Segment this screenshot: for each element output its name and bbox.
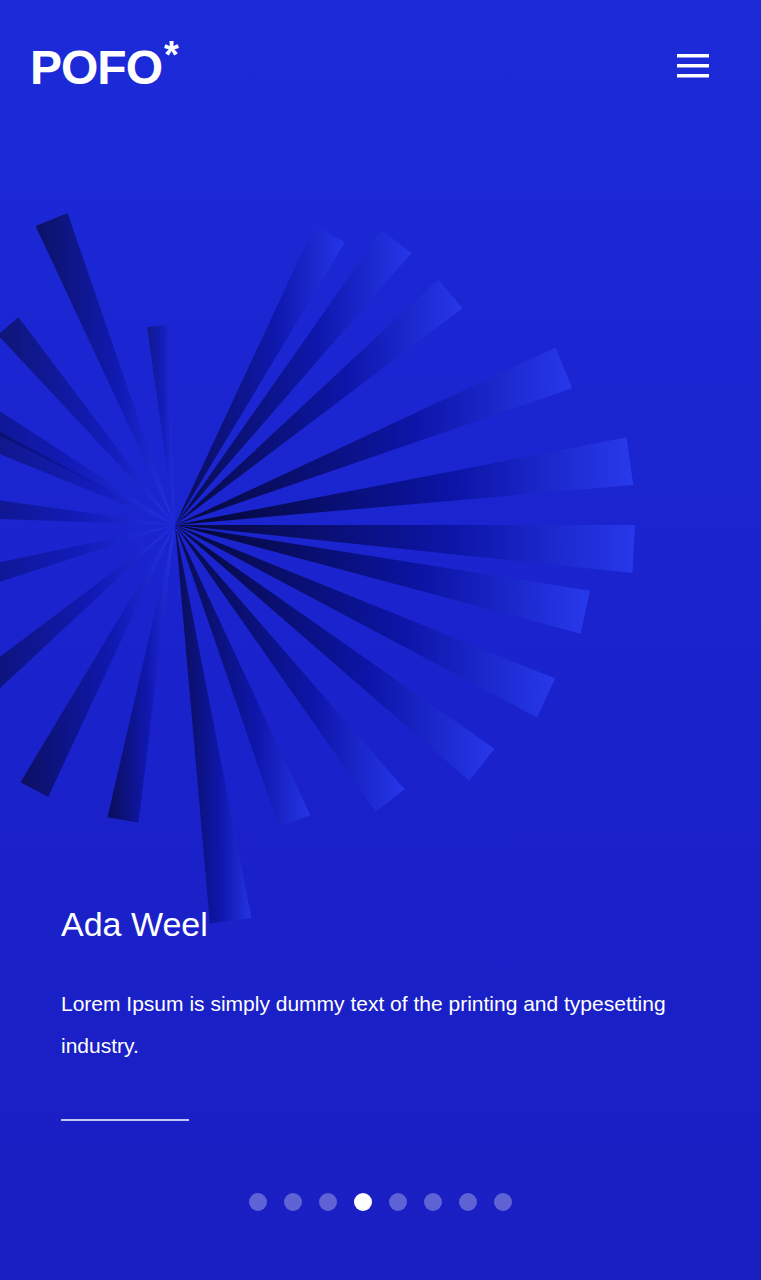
pagination-dot[interactable]	[284, 1193, 302, 1211]
separator-line	[61, 1119, 189, 1121]
pagination-dot[interactable]	[249, 1193, 267, 1211]
pagination-dot[interactable]	[424, 1193, 442, 1211]
slider-page: POFO* Ada Weel Lorem Ipsum is simply dum…	[0, 0, 761, 1280]
pagination-dot[interactable]	[494, 1193, 512, 1211]
slide-text: Lorem Ipsum is simply dummy text of the …	[61, 983, 701, 1067]
pagination	[0, 1121, 761, 1280]
pagination-dot[interactable]	[459, 1193, 477, 1211]
pagination-dot[interactable]	[354, 1193, 372, 1211]
logo[interactable]: POFO*	[30, 36, 179, 92]
slide-content: Ada Weel Lorem Ipsum is simply dummy tex…	[0, 904, 761, 1121]
slide-title: Ada Weel	[61, 904, 701, 945]
menu-button[interactable]	[677, 54, 709, 81]
hero-image	[0, 0, 761, 1280]
hamburger-icon	[677, 54, 709, 78]
header: POFO*	[0, 0, 761, 92]
pagination-dot[interactable]	[389, 1193, 407, 1211]
pagination-dot[interactable]	[319, 1193, 337, 1211]
